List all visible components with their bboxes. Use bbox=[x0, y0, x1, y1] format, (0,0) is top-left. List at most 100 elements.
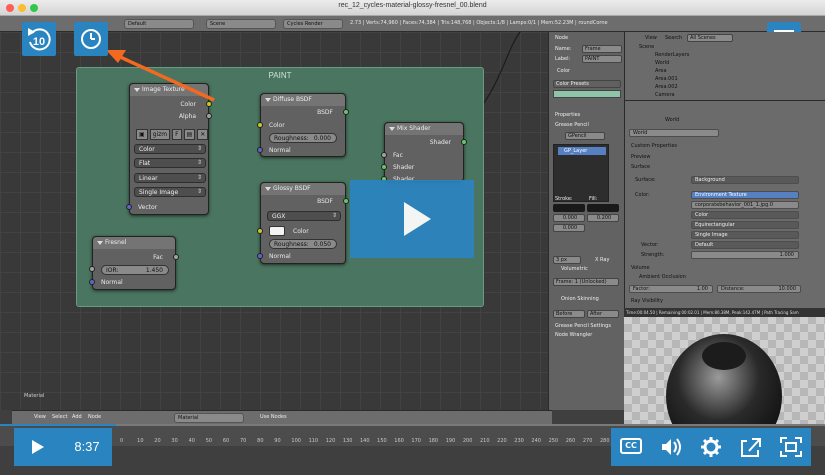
stroke-color[interactable] bbox=[553, 204, 585, 212]
layout-select[interactable]: Default bbox=[124, 19, 194, 29]
section-surface[interactable]: Surface bbox=[631, 164, 650, 170]
vector-label: Vector: bbox=[641, 242, 659, 248]
blender-info-header: Default Scene Cycles Render 2.73 | Verts… bbox=[0, 16, 825, 32]
vector-select[interactable]: Default bbox=[691, 241, 799, 249]
fullscreen-button[interactable] bbox=[771, 428, 811, 466]
window-title: rec_12_cycles-material-glossy-fresnel_00… bbox=[338, 2, 487, 9]
fill-color[interactable] bbox=[587, 204, 619, 212]
share-button[interactable] bbox=[731, 428, 771, 466]
settings-button[interactable] bbox=[691, 428, 731, 466]
onion-before-field[interactable]: Before bbox=[553, 310, 585, 318]
share-icon bbox=[741, 438, 761, 457]
environment-texture-select[interactable]: Environment Texture bbox=[691, 191, 799, 199]
play-icon bbox=[404, 202, 431, 236]
section-properties[interactable]: Properties bbox=[555, 112, 580, 118]
frame-color-swatch[interactable] bbox=[553, 90, 621, 98]
outliner[interactable]: View Search All Scenes Scene RenderLayer… bbox=[624, 32, 825, 100]
captions-button[interactable]: CC bbox=[611, 428, 651, 466]
outliner-item-scene[interactable]: Scene bbox=[639, 44, 654, 50]
xray-checkbox[interactable]: X Ray bbox=[595, 257, 609, 263]
outliner-item-renderlayers[interactable]: RenderLayers bbox=[655, 52, 689, 58]
rewind-10-button[interactable]: 10 bbox=[22, 22, 56, 56]
ne-view-menu[interactable]: View bbox=[34, 414, 46, 420]
surface-select[interactable]: Background bbox=[691, 176, 799, 184]
env-image-datablock[interactable]: corporatebehavior_001_1.jpg.0 bbox=[691, 201, 799, 209]
volumetric-checkbox[interactable]: Volumetric bbox=[561, 266, 588, 272]
frame-info-select[interactable]: Frame: 1 (Unlocked) bbox=[553, 278, 619, 286]
progress-bar[interactable] bbox=[0, 424, 825, 426]
gp-layer-item[interactable]: GP_Layer bbox=[558, 147, 606, 155]
section-preview[interactable]: Preview bbox=[631, 154, 650, 160]
progress-fill bbox=[0, 424, 116, 426]
gear-icon bbox=[701, 437, 721, 457]
stroke-value-field[interactable]: 0.000 bbox=[553, 224, 585, 232]
section-ray-visibility[interactable]: Ray Visibility bbox=[631, 298, 663, 304]
play-icon bbox=[32, 440, 44, 454]
scene-select[interactable]: Scene bbox=[206, 19, 276, 29]
stroke-opacity-field[interactable]: 0.000 bbox=[553, 214, 585, 222]
outliner-view-menu[interactable]: View bbox=[645, 35, 657, 41]
section-node[interactable]: Node bbox=[555, 35, 568, 41]
ao-distance-field[interactable]: Distance: 10.000 bbox=[717, 285, 801, 293]
field-value: 1.00 bbox=[696, 286, 708, 292]
node-properties-panel: Node Name: Frame Label: PAINT Color Colo… bbox=[548, 32, 624, 410]
volume-icon bbox=[662, 438, 681, 456]
env-color-select[interactable]: Color bbox=[691, 211, 799, 219]
window-titlebar: rec_12_cycles-material-glossy-fresnel_00… bbox=[0, 0, 825, 16]
strength-label: Strength: bbox=[641, 252, 665, 258]
onion-after-field[interactable]: After bbox=[587, 310, 619, 318]
thickness-field[interactable]: 3 px bbox=[553, 256, 581, 264]
outliner-item-camera[interactable]: Camera bbox=[655, 92, 675, 98]
world-properties-panel: World World Custom Properties Preview Su… bbox=[624, 100, 825, 308]
color-presets-select[interactable]: Color Presets bbox=[553, 80, 621, 88]
render-engine-select[interactable]: Cycles Render bbox=[283, 19, 343, 29]
ne-material-select[interactable]: Material bbox=[174, 413, 244, 423]
ne-select-menu[interactable]: Select bbox=[52, 414, 67, 420]
node-name-field[interactable]: Frame bbox=[582, 45, 622, 53]
outliner-item-area-002[interactable]: Area.002 bbox=[655, 84, 678, 90]
node-label-field[interactable]: PAINT bbox=[582, 55, 622, 63]
ne-node-menu[interactable]: Node bbox=[88, 414, 101, 420]
volume-button[interactable] bbox=[651, 428, 691, 466]
env-projection-select[interactable]: Equirectangular bbox=[691, 221, 799, 229]
ao-factor-field[interactable]: Factor: 1.00 bbox=[629, 285, 713, 293]
section-node-wrangler[interactable]: Node Wrangler bbox=[555, 332, 592, 338]
name-label: Name: bbox=[555, 46, 572, 52]
section-color[interactable]: Color bbox=[557, 68, 570, 74]
outliner-item-area-001[interactable]: Area.001 bbox=[655, 76, 678, 82]
rewind-seconds: 10 bbox=[33, 36, 45, 48]
section-volume[interactable]: Volume bbox=[631, 265, 650, 271]
section-custom-properties[interactable]: Custom Properties bbox=[631, 143, 677, 149]
world-context-label: World bbox=[665, 117, 680, 123]
section-gp-settings[interactable]: Grease Pencil Settings bbox=[555, 323, 611, 329]
env-source-select[interactable]: Single Image bbox=[691, 231, 799, 239]
chapters-button[interactable] bbox=[74, 22, 108, 56]
outliner-item-world[interactable]: World bbox=[655, 60, 669, 66]
strength-field[interactable]: 1.000 bbox=[691, 251, 799, 259]
stroke-label: Stroke: bbox=[555, 196, 573, 202]
clock-icon bbox=[81, 29, 101, 49]
outliner-item-area[interactable]: Area bbox=[655, 68, 667, 74]
label-label: Label: bbox=[555, 56, 571, 62]
section-ambient-occlusion[interactable]: Ambient Occlusion bbox=[639, 274, 686, 280]
cc-icon: CC bbox=[620, 438, 642, 454]
play-button[interactable] bbox=[14, 428, 62, 466]
play-overlay-button[interactable] bbox=[350, 180, 474, 258]
outliner-search-menu[interactable]: Search bbox=[665, 35, 682, 41]
player-controls: 8:37 CC bbox=[0, 424, 825, 475]
fill-opacity-field[interactable]: 0.200 bbox=[587, 214, 619, 222]
field-label: Factor: bbox=[633, 286, 650, 292]
use-nodes-checkbox[interactable]: Use Nodes bbox=[260, 414, 287, 420]
grease-pencil-datablock[interactable]: GPencil bbox=[565, 132, 605, 140]
onion-skinning-checkbox[interactable]: Onion Skinning bbox=[561, 296, 599, 302]
outliner-scene-select[interactable]: All Scenes bbox=[687, 34, 733, 42]
section-grease-pencil[interactable]: Grease Pencil bbox=[555, 122, 589, 128]
world-datablock[interactable]: World bbox=[629, 129, 719, 137]
fill-label: Fill: bbox=[589, 196, 598, 202]
control-group-right: CC bbox=[611, 428, 811, 466]
color-label: Color: bbox=[635, 192, 650, 198]
ne-add-menu[interactable]: Add bbox=[72, 414, 82, 420]
field-value: 10.000 bbox=[778, 286, 797, 292]
material-label: Material bbox=[24, 393, 45, 399]
grease-layer-list[interactable]: GP_Layer bbox=[553, 144, 609, 202]
